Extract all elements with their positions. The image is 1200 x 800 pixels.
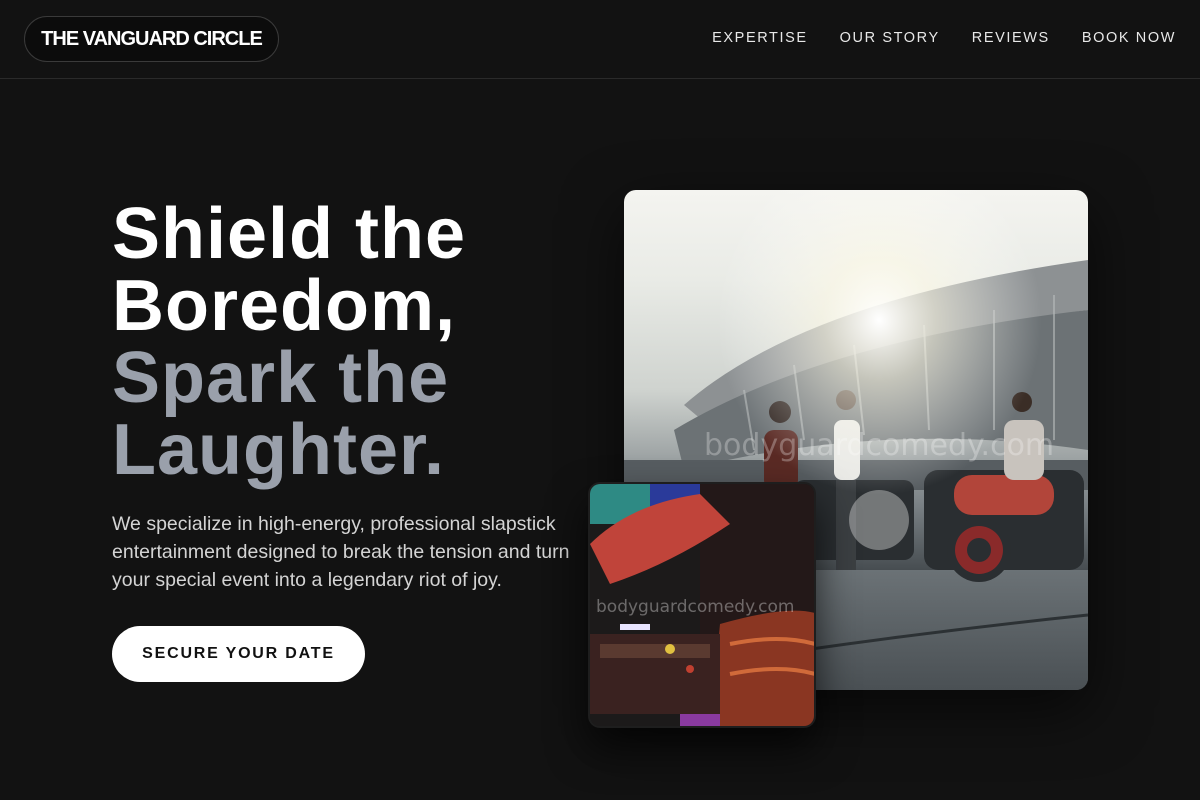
secure-date-button[interactable]: SECURE YOUR DATE <box>112 626 365 682</box>
nav-link-our-story[interactable]: OUR STORY <box>840 30 940 46</box>
hero-headline: Shield the Boredom, Spark the Laughter. <box>112 198 592 486</box>
nav-link-book-now[interactable]: BOOK NOW <box>1082 30 1176 46</box>
headline-line-1: Shield the <box>112 194 467 274</box>
hero-description: We specialize in high-energy, profession… <box>112 513 570 591</box>
nav-link-expertise[interactable]: EXPERTISE <box>712 30 808 46</box>
site-header: THE VANGUARD CIRCLE EXPERTISE OUR STORY … <box>0 0 1200 79</box>
headline-line-4: Laughter. <box>112 410 446 490</box>
dj-console-photo: bodyguardcomedy.com <box>588 482 816 728</box>
headline-line-3: Spark the <box>112 338 450 418</box>
nav-link-reviews[interactable]: REVIEWS <box>972 30 1050 46</box>
main-photo-watermark: bodyguardcomedy.com <box>704 428 1055 463</box>
main-nav: EXPERTISE OUR STORY REVIEWS BOOK NOW <box>712 30 1176 46</box>
small-photo-watermark: bodyguardcomedy.com <box>596 597 795 617</box>
site-logo[interactable]: THE VANGUARD CIRCLE <box>24 16 279 62</box>
headline-line-2: Boredom, <box>112 266 457 346</box>
